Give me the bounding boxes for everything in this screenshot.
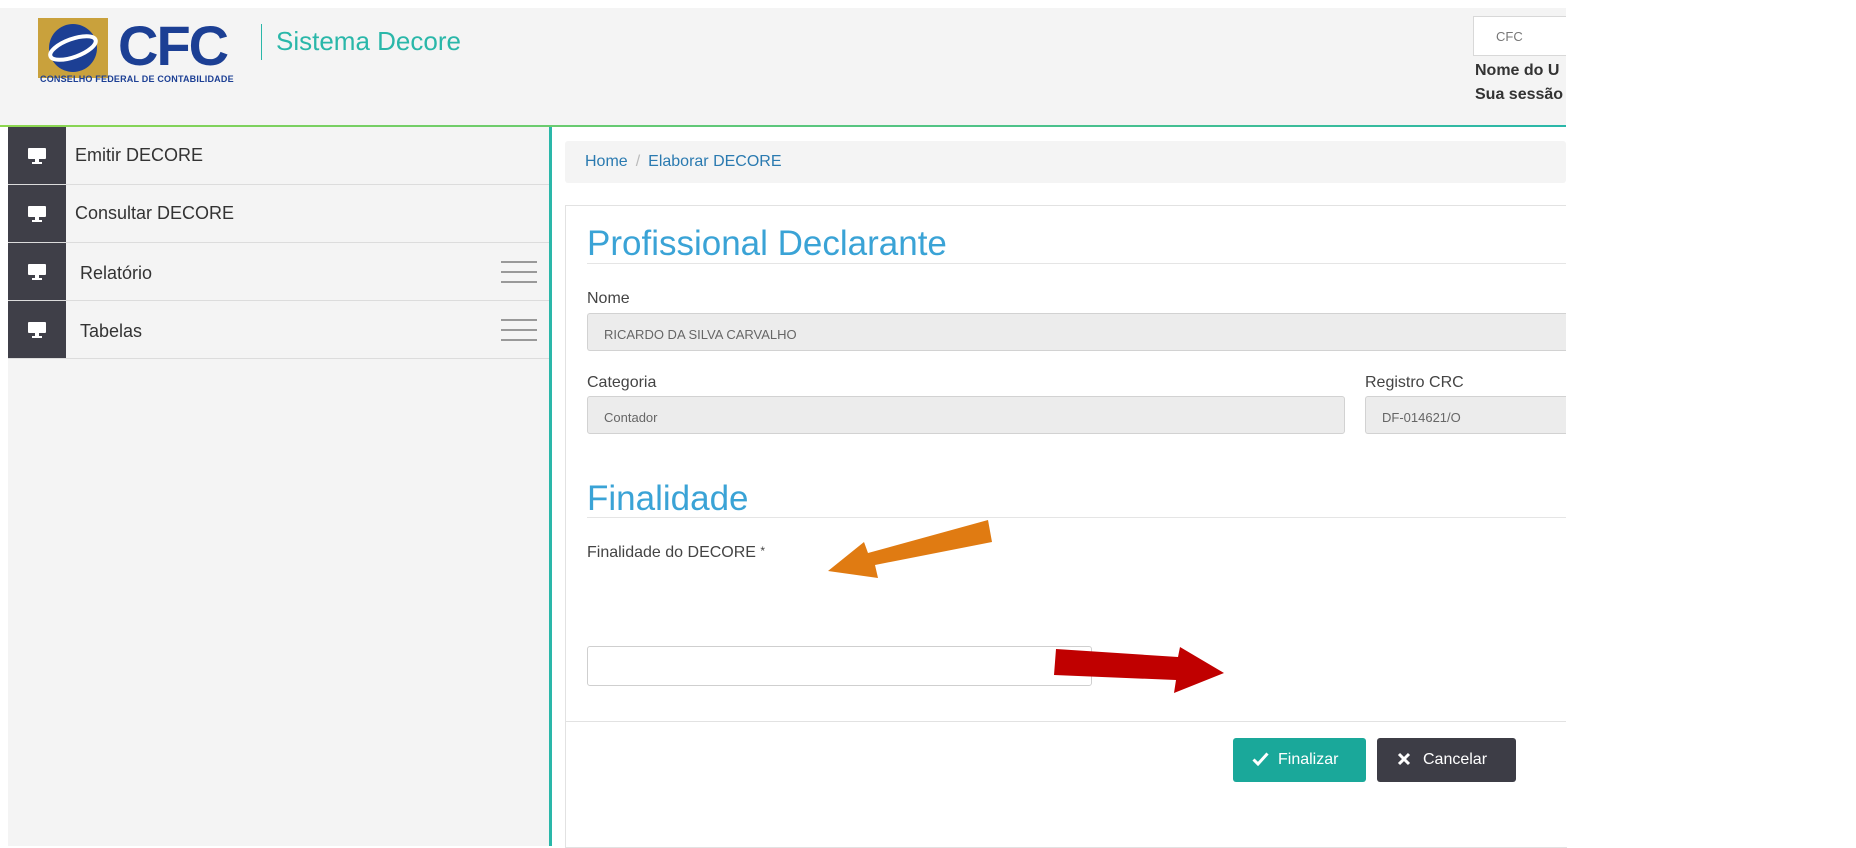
sidebar-item-label: Emitir DECORE [75, 145, 204, 165]
section-title-profissional: Profissional Declarante [587, 224, 947, 263]
categoria-label: Categoria [587, 374, 657, 391]
finalidade-label-text: Finalidade do DECORE [587, 544, 756, 561]
breadcrumb-current[interactable]: Elaborar DECORE [648, 153, 781, 170]
finalizar-button[interactable]: Finalizar [1233, 738, 1366, 782]
brand-name: CFC [118, 14, 229, 77]
sidebar-item-consultar-decore[interactable]: Consultar DECORE [8, 185, 549, 243]
viewport-edge [1566, 0, 1856, 846]
check-icon [1252, 752, 1269, 766]
cancelar-button[interactable]: Cancelar [1377, 738, 1516, 782]
cancelar-label: Cancelar [1423, 751, 1488, 768]
nome-field[interactable]: RICARDO DA SILVA CARVALHO [587, 313, 1567, 351]
registro-crc-label: Registro CRC [1365, 374, 1464, 391]
required-mark: * [760, 544, 766, 558]
nome-label: Nome [587, 290, 630, 307]
session-info: Sua sessão [1475, 86, 1564, 103]
hamburger-icon[interactable] [501, 261, 537, 283]
monitor-icon [8, 185, 66, 242]
org-selector[interactable]: CFC [1473, 16, 1573, 56]
finalidade-select[interactable]: ▼ [587, 646, 1092, 686]
monitor-icon [8, 301, 66, 358]
monitor-icon [8, 127, 66, 184]
orange-arrow-annotation [828, 520, 992, 578]
logo-divider [261, 24, 262, 60]
main-content: Home / Elaborar DECORE Profissional Declar… [552, 127, 1567, 848]
section-title-finalidade: Finalidade [587, 479, 749, 518]
registro-crc-field[interactable]: DF-014621/O [1365, 396, 1567, 434]
brand-subtitle: CONSELHO FEDERAL DE CONTABILIDADE [40, 74, 234, 84]
sidebar-item-relatorio[interactable]: Relatório [8, 243, 549, 301]
breadcrumb-separator: / [635, 153, 641, 170]
system-name: Sistema Decore [276, 26, 461, 56]
breadcrumb-home[interactable]: Home [585, 153, 628, 170]
divider [566, 721, 1567, 722]
close-icon [1397, 752, 1411, 766]
hamburger-icon[interactable] [501, 319, 537, 341]
red-arrow-annotation [1054, 647, 1224, 693]
user-name: Nome do U [1475, 62, 1560, 79]
cfc-logo-icon [38, 18, 108, 78]
sidebar-item-emitir-decore[interactable]: Emitir DECORE [8, 127, 549, 185]
sidebar-item-tabelas[interactable]: Tabelas [8, 301, 549, 359]
top-header: CFC CONSELHO FEDERAL DE CONTABILIDADE Si… [0, 8, 1573, 127]
divider [587, 263, 1567, 264]
monitor-icon [8, 243, 66, 300]
sidebar-item-label: Relatório [80, 263, 153, 283]
sidebar-item-label: Tabelas [80, 321, 143, 341]
divider [587, 517, 1567, 518]
finalidade-label: Finalidade do DECORE * [587, 544, 765, 562]
sidebar-item-label: Consultar DECORE [75, 203, 235, 223]
finalizar-label: Finalizar [1278, 751, 1339, 768]
categoria-field[interactable]: Contador [587, 396, 1345, 434]
breadcrumb: Home / Elaborar DECORE [565, 141, 1566, 183]
form-panel: Profissional Declarante Nome RICARDO DA … [565, 205, 1567, 848]
sidebar: Emitir DECORE Consultar DECORE Relatório… [8, 127, 552, 846]
